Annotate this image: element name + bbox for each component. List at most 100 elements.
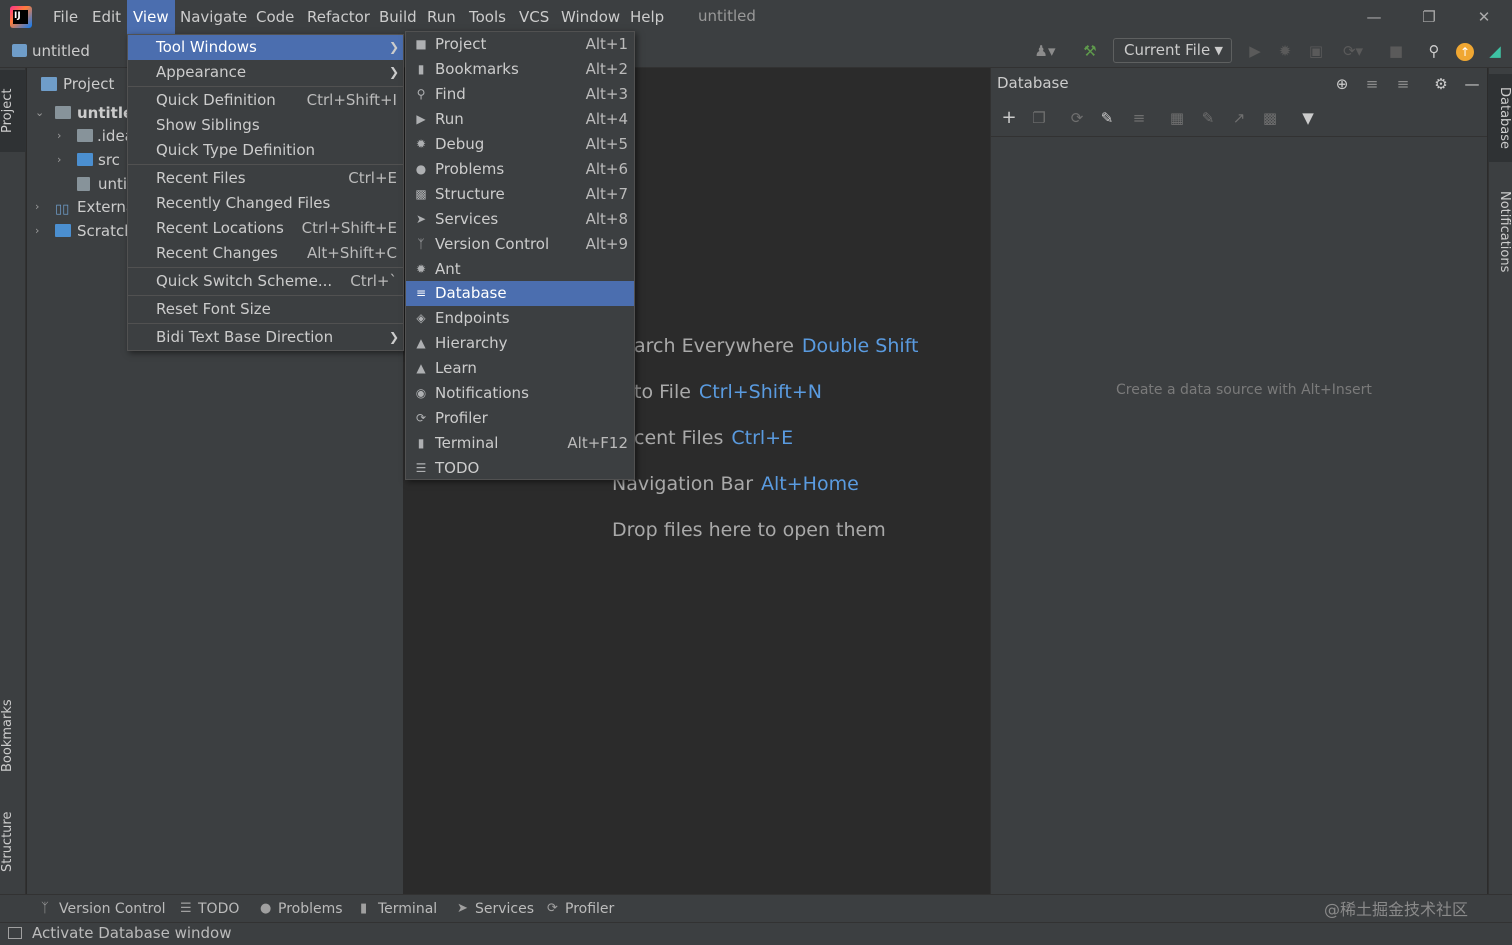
submenu-item-ant[interactable]: ✹ Ant	[406, 257, 634, 282]
tree-item-scratches[interactable]: › Scratch	[33, 219, 127, 243]
menu-edit[interactable]: Edit	[86, 0, 127, 34]
restore-icon[interactable]: ❐	[1401, 0, 1457, 34]
run-configuration-select[interactable]: Current File ▼	[1113, 38, 1232, 63]
profile-icon[interactable]: ⟳▾	[1336, 40, 1370, 62]
close-icon[interactable]: ✕	[1456, 0, 1512, 34]
console-icon[interactable]: ▩	[1259, 107, 1281, 129]
submenu-item-terminal[interactable]: ▮ Terminal Alt+F12	[406, 431, 634, 456]
menu-item-quick-definition[interactable]: Quick Definition Ctrl+Shift+I	[128, 88, 403, 113]
services-icon: ➤	[415, 212, 427, 226]
bottom-tab-profiler[interactable]: ⟳ Profiler	[547, 897, 614, 921]
menu-item-appearance[interactable]: Appearance ❯	[128, 60, 403, 85]
menu-item-recently-changed-files[interactable]: Recently Changed Files	[128, 191, 403, 216]
user-icon[interactable]: ♟▾	[1030, 40, 1060, 62]
menu-view[interactable]: View	[127, 0, 175, 34]
menu-item-reset-font-size[interactable]: Reset Font Size	[128, 297, 403, 322]
bottom-tab-label: TODO	[198, 901, 240, 917]
menu-item-tool-windows[interactable]: Tool Windows ❯	[128, 35, 403, 60]
menu-item-show-siblings[interactable]: Show Siblings	[128, 113, 403, 138]
minimize-icon[interactable]: —	[1346, 0, 1402, 34]
tree-item-iml[interactable]: unti	[55, 172, 127, 196]
bottom-tab-problems[interactable]: ● Problems	[260, 897, 343, 921]
breadcrumb-project[interactable]: untitled	[10, 40, 90, 62]
warning-icon: ●	[415, 162, 427, 176]
submenu-item-debug[interactable]: ✹ Debug Alt+5	[406, 132, 634, 157]
submenu-item-database[interactable]: ≡ Database	[406, 281, 634, 306]
project-panel-title[interactable]: Project	[27, 70, 114, 98]
edit-icon[interactable]: ✎	[1197, 107, 1219, 129]
menu-item-recent-files[interactable]: Recent Files Ctrl+E	[128, 166, 403, 191]
tree-item-label: unti	[98, 175, 127, 193]
jump-icon[interactable]: ↗	[1228, 107, 1250, 129]
menu-item-label: Recently Changed Files	[156, 194, 331, 212]
refresh-icon[interactable]: ⟳	[1066, 107, 1088, 129]
debug-icon[interactable]: ✹	[1273, 40, 1297, 62]
menu-item-bidi-text-base-direction[interactable]: Bidi Text Base Direction ❯	[128, 325, 403, 350]
submenu-item-bookmarks[interactable]: ▮ Bookmarks Alt+2	[406, 57, 634, 82]
schema-icon[interactable]: ✎	[1096, 107, 1118, 129]
submenu-item-learn[interactable]: ▲ Learn	[406, 356, 634, 381]
submenu-item-hierarchy[interactable]: ▲ Hierarchy	[406, 331, 634, 356]
filter-icon[interactable]: ▼	[1297, 107, 1319, 129]
menu-item-recent-changes[interactable]: Recent Changes Alt+Shift+C	[128, 241, 403, 266]
jetbrains-toolbox-icon[interactable]: ◢	[1483, 40, 1507, 62]
submenu-item-structure[interactable]: ▩ Structure Alt+7	[406, 182, 634, 207]
submenu-item-version-control[interactable]: ᛉ Version Control Alt+9	[406, 232, 634, 257]
tool-window-toggle-icon[interactable]	[8, 927, 22, 939]
menu-refactor[interactable]: Refactor	[301, 0, 376, 34]
menu-tools[interactable]: Tools	[463, 0, 512, 34]
menu-window[interactable]: Window	[555, 0, 626, 34]
menu-help[interactable]: Help	[624, 0, 670, 34]
coverage-icon[interactable]: ▣	[1304, 40, 1328, 62]
menu-code[interactable]: Code	[250, 0, 300, 34]
submenu-item-services[interactable]: ➤ Services Alt+8	[406, 207, 634, 232]
bottom-tab-services[interactable]: ➤ Services	[457, 897, 534, 921]
build-hammer-icon[interactable]: ⚒	[1078, 40, 1102, 62]
run-icon[interactable]: ▶	[1243, 40, 1267, 62]
menu-run[interactable]: Run	[421, 0, 462, 34]
stop-icon[interactable]: ■	[1384, 40, 1408, 62]
update-icon[interactable]: ↑	[1453, 40, 1477, 62]
gear-icon[interactable]: ⚙	[1429, 73, 1453, 95]
tree-item-untitled[interactable]: ⌄ untitled	[33, 101, 127, 125]
tree-item-src[interactable]: › src	[55, 148, 127, 172]
tree-item-external-libraries[interactable]: › ▯▯ Externa	[33, 195, 127, 219]
table-icon[interactable]: ▦	[1166, 107, 1188, 129]
disconnect-icon[interactable]: ≡	[1128, 107, 1150, 129]
breadcrumb-project-label: untitled	[32, 42, 90, 60]
menu-vcs[interactable]: VCS	[513, 0, 555, 34]
menu-item-recent-locations[interactable]: Recent Locations Ctrl+Shift+E	[128, 216, 403, 241]
copy-icon[interactable]: ❐	[1028, 107, 1050, 129]
tab-bookmarks[interactable]: Bookmarks	[0, 688, 26, 784]
tab-database[interactable]: Database	[1488, 74, 1512, 162]
menu-file[interactable]: File	[47, 0, 84, 34]
submenu-item-profiler[interactable]: ⟳ Profiler	[406, 406, 634, 431]
hide-panel-icon[interactable]: —	[1460, 73, 1484, 95]
collapse-all-icon[interactable]: ≡	[1391, 73, 1415, 95]
hint-navigation-bar: Navigation Bar Alt+Home	[612, 473, 859, 495]
menu-navigate[interactable]: Navigate	[174, 0, 253, 34]
menu-build[interactable]: Build	[373, 0, 423, 34]
bottom-tab-terminal[interactable]: ▮ Terminal	[360, 897, 437, 921]
submenu-item-notifications[interactable]: ◉ Notifications	[406, 381, 634, 406]
tab-project[interactable]: Project	[0, 70, 26, 152]
intellij-logo-icon[interactable]	[10, 6, 32, 28]
menu-item-quick-type-definition[interactable]: Quick Type Definition	[128, 138, 403, 163]
submenu-item-project[interactable]: ■ Project Alt+1	[406, 32, 634, 57]
submenu-item-todo[interactable]: ☰ TODO	[406, 456, 634, 481]
add-icon[interactable]: +	[998, 107, 1020, 129]
menu-item-label: Problems	[435, 160, 505, 178]
submenu-item-endpoints[interactable]: ◈ Endpoints	[406, 306, 634, 331]
expand-all-icon[interactable]: ≡	[1360, 73, 1384, 95]
locate-icon[interactable]: ⊕	[1330, 73, 1354, 95]
submenu-item-problems[interactable]: ● Problems Alt+6	[406, 157, 634, 182]
bottom-tab-version-control[interactable]: ᛉ Version Control	[41, 897, 166, 921]
menu-item-quick-switch-scheme[interactable]: Quick Switch Scheme... Ctrl+`	[128, 269, 403, 294]
bottom-tab-todo[interactable]: ☰ TODO	[180, 897, 239, 921]
tab-structure[interactable]: Structure	[0, 800, 26, 884]
tree-item-idea[interactable]: › .idea	[55, 124, 127, 148]
tab-notifications[interactable]: Notifications	[1488, 182, 1512, 282]
submenu-item-find[interactable]: ⚲ Find Alt+3	[406, 82, 634, 107]
search-icon[interactable]: ⚲	[1422, 40, 1446, 62]
submenu-item-run[interactable]: ▶ Run Alt+4	[406, 107, 634, 132]
